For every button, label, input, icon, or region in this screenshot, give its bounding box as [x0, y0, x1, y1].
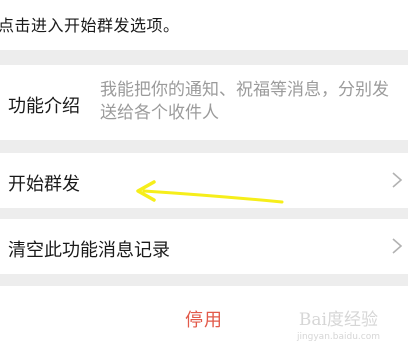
- feature-intro-row: 功能介绍 我能把你的通知、祝福等消息，分别发送给各个收件人: [0, 65, 408, 140]
- clear-history-label: 清空此功能消息记录: [8, 240, 170, 261]
- annotation-arrow-icon: [136, 180, 284, 204]
- baidu-watermark-url: jingyan.baidu.com: [296, 332, 380, 342]
- start-broadcast-label: 开始群发: [8, 174, 80, 195]
- caption-text: 点击进入开始群发选项。: [0, 16, 180, 35]
- chevron-right-icon: [392, 238, 403, 254]
- chevron-right-icon: [392, 172, 403, 188]
- clear-history-row[interactable]: 清空此功能消息记录: [0, 219, 408, 274]
- feature-intro-description: 我能把你的通知、祝福等消息，分别发送给各个收件人: [100, 80, 389, 123]
- baidu-watermark: Bai度经验: [298, 310, 378, 330]
- instruction-caption: 点击进入开始群发选项。: [0, 0, 408, 50]
- feature-intro-label: 功能介绍: [8, 96, 80, 117]
